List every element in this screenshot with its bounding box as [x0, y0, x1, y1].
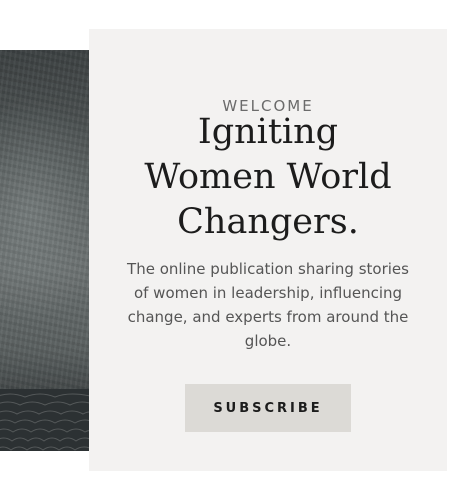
headline-line: Igniting [197, 112, 339, 152]
page: WELCOME Igniting Women World Changers. T… [0, 0, 462, 498]
headline-line: Changers. [177, 202, 359, 242]
cobblestone-floor [0, 389, 89, 451]
hero-background-image [0, 50, 89, 451]
headline-line: Women World [144, 157, 392, 197]
welcome-card: WELCOME Igniting Women World Changers. T… [89, 29, 447, 471]
subscribe-button[interactable]: SUBSCRIBE [185, 384, 351, 432]
hero-headline: Igniting Women World Changers. [109, 110, 427, 245]
hero-description: The online publication sharing stories o… [127, 260, 409, 350]
